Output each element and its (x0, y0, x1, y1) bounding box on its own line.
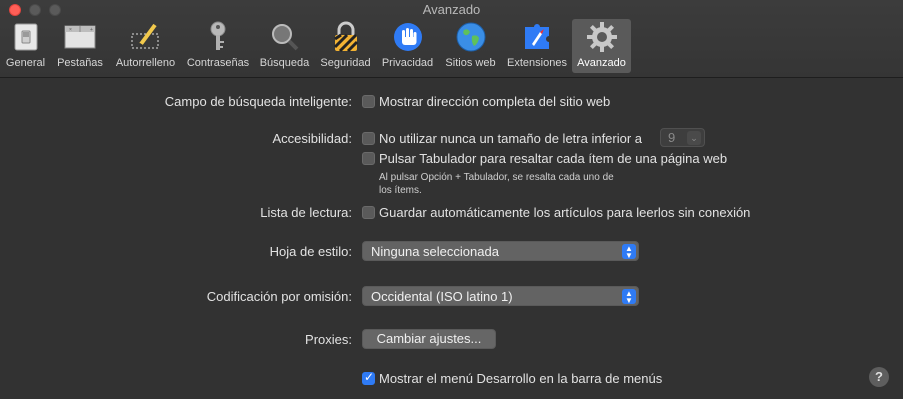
tab-label: Pestañas (57, 57, 103, 69)
tab-security[interactable]: Seguridad (315, 19, 376, 73)
svg-text:×: × (69, 27, 72, 33)
tab-search[interactable]: Búsqueda (254, 19, 315, 73)
switch-icon (9, 20, 43, 54)
tab-highlight-text: Pulsar Tabulador para resaltar cada ítem… (379, 150, 728, 166)
reading-list-label: Lista de lectura: (260, 204, 352, 220)
min-font-size-value: 9 (668, 130, 676, 145)
window-title: Avanzado (422, 2, 481, 17)
accessibility-label: Accesibilidad: (272, 130, 353, 146)
tab-highlight-note: Al pulsar Opción + Tabulador, se resalta… (379, 171, 679, 197)
style-sheet-label: Hoja de estilo: (269, 243, 352, 259)
help-button[interactable]: ? (869, 367, 889, 387)
up-down-arrows-icon: ▲ ▼ (622, 289, 636, 305)
save-offline-text: Guardar automáticamente los artículos pa… (379, 204, 751, 220)
tab-label: Seguridad (320, 57, 371, 69)
tab-label: Sitios web (445, 57, 496, 69)
encoding-label: Codificación por omisión: (206, 288, 352, 304)
title-bar: Avanzado General × + Pestañas Autorrellen… (0, 0, 903, 78)
tab-extensions[interactable]: Extensiones (502, 19, 572, 73)
encoding-row: Codificación por omisión: Occidental (IS… (0, 286, 903, 306)
smart-search-row: Campo de búsqueda inteligente: Mostrar d… (0, 91, 903, 111)
tab-label: Extensiones (507, 57, 567, 69)
tab-privacy[interactable]: Privacidad (376, 19, 439, 73)
tab-label: Avanzado (577, 57, 626, 69)
show-full-address-text: Mostrar dirección completa del sitio web (379, 93, 611, 109)
tab-label: Privacidad (381, 57, 434, 69)
tab-passwords[interactable]: Contraseñas (182, 19, 254, 73)
min-font-size-checkbox[interactable] (362, 131, 375, 145)
proxies-label: Proxies: (305, 331, 352, 347)
min-font-size-select[interactable]: 9 ⌄ (660, 128, 705, 147)
tab-highlight-note-line: Al pulsar Opción + Tabulador, se resalta… (379, 172, 614, 183)
tab-highlight-checkbox[interactable] (362, 151, 375, 165)
tabs-icon: × + (63, 20, 97, 54)
chevron-down-icon: ⌄ (687, 131, 701, 145)
svg-text:+: + (90, 27, 93, 33)
tab-label: Búsqueda (259, 57, 310, 69)
style-sheet-select[interactable]: Ninguna seleccionada ▲ ▼ (362, 241, 639, 261)
up-down-arrows-icon: ▲ ▼ (622, 244, 636, 260)
accessibility-row: Accesibilidad: No utilizar nunca un tama… (0, 128, 903, 148)
tab-highlight-row: Pulsar Tabulador para resaltar cada ítem… (0, 148, 903, 168)
puzzle-icon (520, 20, 554, 54)
reading-list-row: Lista de lectura: Guardar automáticament… (0, 202, 903, 222)
tab-autofill[interactable]: Autorrelleno (109, 19, 182, 73)
key-icon (201, 20, 235, 54)
save-offline-checkbox[interactable] (362, 205, 375, 219)
magnifier-icon (268, 20, 302, 54)
tab-highlight-note-line: los ítems. (379, 185, 422, 196)
change-settings-button[interactable]: Cambiar ajustes... (362, 329, 496, 349)
lock-icon (329, 20, 363, 54)
tab-label: Contraseñas (186, 57, 250, 69)
tab-websites[interactable]: Sitios web (439, 19, 502, 73)
tab-tabs[interactable]: × + Pestañas (51, 19, 109, 73)
hand-icon (391, 20, 425, 54)
globe-icon (454, 20, 488, 54)
gear-icon (585, 20, 619, 54)
encoding-value: Occidental (ISO latino 1) (371, 289, 513, 304)
show-develop-menu-text: Mostrar el menú Desarrollo en la barra d… (379, 370, 663, 386)
tab-label: General (5, 57, 46, 69)
pencil-icon (129, 20, 163, 54)
tab-label: Autorrelleno (115, 57, 176, 69)
smart-search-label: Campo de búsqueda inteligente: (164, 93, 352, 109)
min-font-size-text: No utilizar nunca un tamaño de letra inf… (379, 130, 643, 146)
preferences-toolbar: General × + Pestañas Autorrelleno Contras… (0, 19, 631, 75)
develop-menu-row: Mostrar el menú Desarrollo en la barra d… (0, 368, 903, 388)
tab-general[interactable]: General (0, 19, 51, 73)
style-sheet-value: Ninguna seleccionada (371, 244, 499, 259)
style-sheet-row: Hoja de estilo: Ninguna seleccionada ▲ ▼ (0, 241, 903, 261)
tab-advanced[interactable]: Avanzado (572, 19, 631, 73)
show-develop-menu-checkbox[interactable] (362, 370, 375, 385)
show-full-address-checkbox[interactable] (362, 94, 375, 108)
encoding-select[interactable]: Occidental (ISO latino 1) ▲ ▼ (362, 286, 639, 306)
